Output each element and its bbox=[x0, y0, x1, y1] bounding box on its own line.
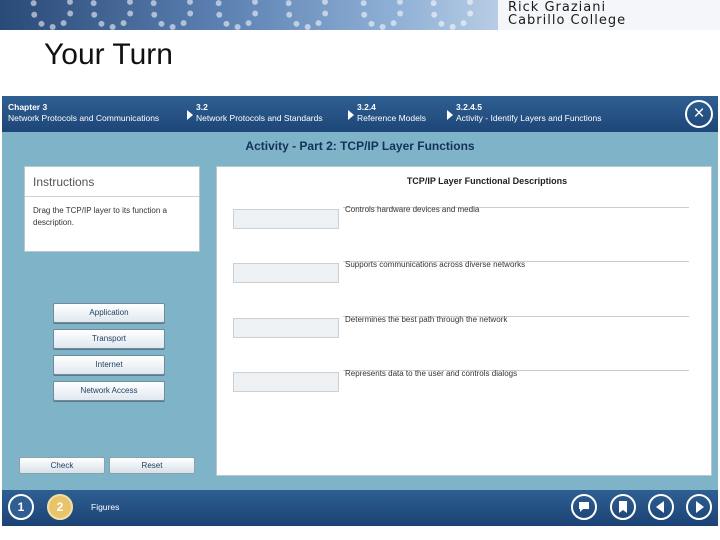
instructions-heading: Instructions bbox=[25, 167, 199, 197]
figures-link[interactable]: Figures bbox=[91, 502, 119, 512]
close-icon[interactable]: × bbox=[685, 100, 713, 128]
breadcrumb: Chapter 3 Network Protocols and Communic… bbox=[2, 96, 718, 132]
gear-decoration bbox=[150, 0, 194, 30]
activity-title: Activity - Part 2: TCP/IP Layer Function… bbox=[245, 139, 475, 153]
breadcrumb-item-activity[interactable]: 3.2.4.5 Activity - Identify Layers and F… bbox=[456, 102, 602, 124]
college-name: Cabrillo College bbox=[508, 13, 627, 28]
chevron-right-icon bbox=[447, 110, 453, 120]
bottom-toolbar: 1 2 Figures bbox=[2, 490, 718, 526]
breadcrumb-label: Reference Models bbox=[357, 113, 426, 123]
drop-target[interactable] bbox=[233, 372, 339, 392]
chevron-right-icon bbox=[187, 110, 193, 120]
gear-decoration bbox=[215, 0, 259, 30]
panel-title: TCP/IP Layer Functional Descriptions bbox=[406, 176, 568, 186]
drop-target[interactable] bbox=[233, 318, 339, 338]
function-description: Determines the best path through the net… bbox=[345, 315, 508, 324]
drop-target[interactable] bbox=[233, 209, 339, 229]
breadcrumb-number: 3.2 bbox=[196, 102, 208, 112]
breadcrumb-number: Chapter 3 bbox=[8, 102, 48, 112]
breadcrumb-item-section[interactable]: 3.2 Network Protocols and Standards bbox=[196, 102, 323, 124]
gear-decoration bbox=[360, 0, 404, 30]
check-button[interactable]: Check bbox=[19, 457, 105, 474]
header-banner: Rick Graziani Cabrillo College bbox=[0, 0, 720, 30]
breadcrumb-label: Network Protocols and Standards bbox=[196, 113, 323, 123]
layer-transport-button[interactable]: Transport bbox=[53, 329, 165, 349]
layer-network-access-button[interactable]: Network Access bbox=[53, 381, 165, 401]
page-2-button[interactable]: 2 bbox=[47, 494, 73, 520]
instructions-box: Instructions Drag the TCP/IP layer to it… bbox=[24, 166, 200, 252]
breadcrumb-number: 3.2.4.5 bbox=[456, 102, 482, 112]
gear-decoration bbox=[90, 0, 134, 30]
page-1-button[interactable]: 1 bbox=[8, 494, 34, 520]
breadcrumb-label: Network Protocols and Communications bbox=[8, 113, 160, 123]
slide-title: Your Turn bbox=[44, 38, 173, 71]
gear-decoration bbox=[285, 0, 329, 30]
function-description: Controls hardware devices and media bbox=[345, 205, 480, 214]
gear-decoration bbox=[430, 0, 474, 30]
breadcrumb-number: 3.2.4 bbox=[357, 102, 376, 112]
function-description: Represents data to the user and controls… bbox=[345, 369, 518, 378]
previous-icon[interactable] bbox=[648, 494, 674, 520]
drop-target[interactable] bbox=[233, 263, 339, 283]
next-icon[interactable] bbox=[686, 494, 712, 520]
breadcrumb-label: Activity - Identify Layers and Functions bbox=[456, 113, 602, 123]
layer-application-button[interactable]: Application bbox=[53, 303, 165, 323]
breadcrumb-item-subsection[interactable]: 3.2.4 Reference Models bbox=[357, 102, 426, 124]
comment-icon[interactable] bbox=[571, 494, 597, 520]
function-description: Supports communications across diverse n… bbox=[345, 260, 526, 269]
instructions-text: Drag the TCP/IP layer to its function a … bbox=[33, 206, 167, 227]
reset-button[interactable]: Reset bbox=[109, 457, 195, 474]
bookmark-icon[interactable] bbox=[610, 494, 636, 520]
gear-decoration bbox=[30, 0, 74, 30]
breadcrumb-item-chapter[interactable]: Chapter 3 Network Protocols and Communic… bbox=[8, 102, 159, 124]
layer-internet-button[interactable]: Internet bbox=[53, 355, 165, 375]
activity-frame: Chapter 3 Network Protocols and Communic… bbox=[2, 96, 718, 526]
chevron-right-icon bbox=[348, 110, 354, 120]
descriptions-panel: TCP/IP Layer Functional Descriptions Con… bbox=[216, 166, 712, 476]
